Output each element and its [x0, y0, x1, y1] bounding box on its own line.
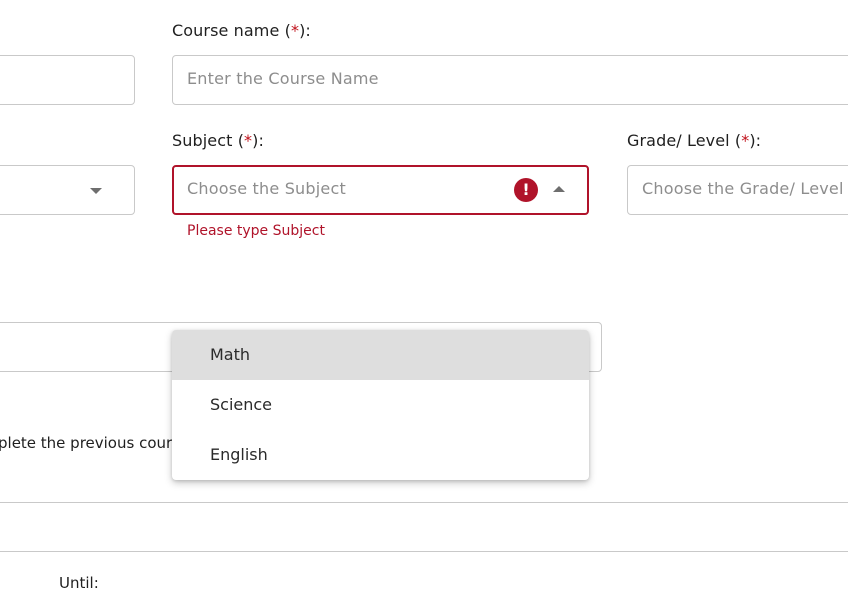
error-exclamation-icon: ! — [514, 178, 538, 202]
subject-select[interactable]: Choose the Subject ! — [172, 165, 589, 215]
grade-level-label: Grade/ Level (*): — [627, 131, 762, 150]
divider-line — [0, 502, 848, 503]
subject-label: Subject (*): — [172, 131, 264, 150]
required-asterisk: * — [244, 131, 253, 150]
divider-line — [0, 551, 848, 552]
subject-option-science[interactable]: Science — [172, 380, 589, 430]
left-text-input[interactable] — [0, 55, 135, 105]
subject-error-message: Please type Subject — [187, 223, 325, 239]
course-name-placeholder: Enter the Course Name — [187, 69, 379, 88]
chevron-up-icon[interactable] — [553, 186, 565, 192]
grade-level-placeholder: Choose the Grade/ Level — [642, 179, 844, 198]
until-label: Until: — [59, 574, 99, 592]
subject-option-english[interactable]: English — [172, 430, 589, 480]
prerequisite-text: plete the previous cour — [0, 434, 173, 452]
course-name-label: Course name (*): — [172, 21, 311, 40]
course-form-page: Course name (*): Enter the Course Name S… — [0, 0, 848, 598]
left-select[interactable] — [0, 165, 135, 215]
grade-level-select[interactable]: Choose the Grade/ Level — [627, 165, 848, 215]
course-name-input[interactable]: Enter the Course Name — [172, 55, 848, 105]
subject-dropdown-menu: Math Science English — [172, 330, 589, 480]
subject-option-math[interactable]: Math — [172, 330, 589, 380]
subject-placeholder: Choose the Subject — [187, 179, 346, 198]
chevron-down-icon[interactable] — [90, 188, 102, 194]
required-asterisk: * — [290, 21, 300, 40]
